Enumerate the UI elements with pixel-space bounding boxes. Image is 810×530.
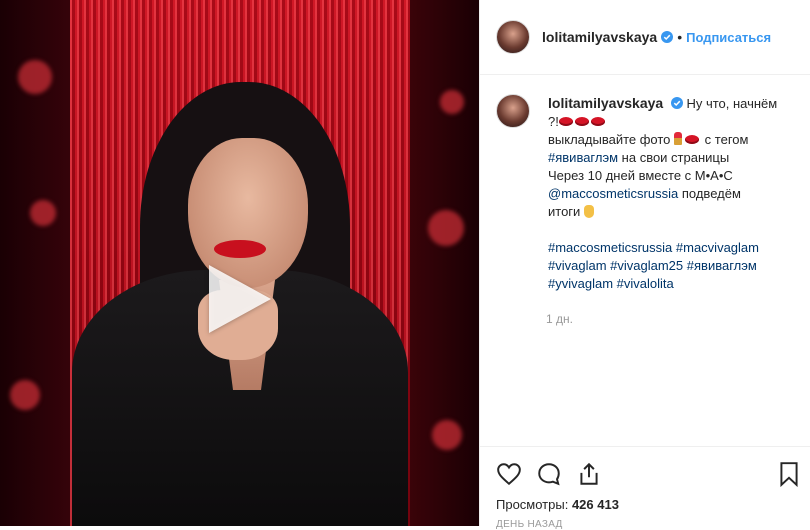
hashtag-link[interactable]: #vivalolita	[617, 276, 674, 291]
verified-badge-icon	[670, 97, 683, 109]
views-label: Просмотры:	[496, 497, 569, 512]
heart-icon[interactable]	[496, 461, 522, 487]
post-date: День назад	[496, 519, 563, 530]
hashtag-link[interactable]: #maccosmeticsrussia	[548, 240, 672, 255]
hashtag-link[interactable]: #явиваглэм	[687, 258, 757, 273]
verified-badge-icon	[661, 31, 674, 43]
comment-icon[interactable]	[536, 461, 562, 487]
share-icon[interactable]	[576, 461, 602, 487]
post-sidebar: lolitamilyavskaya • Подписаться lolitami…	[479, 0, 810, 530]
mention-link[interactable]: @maccosmeticsrussia	[548, 186, 678, 201]
post-header: lolitamilyavskaya • Подписаться	[480, 0, 810, 75]
lipstick-emoji-icon	[674, 132, 683, 145]
caption-line: на свои страницы	[621, 150, 730, 165]
lips-emoji-icon	[558, 117, 573, 126]
caption-line: с тегом	[704, 132, 749, 147]
bokeh-light	[18, 60, 52, 94]
caption-author-avatar[interactable]	[496, 94, 530, 128]
views-number: 426 413	[571, 497, 619, 512]
caption-line: Через 10 дней вместе с M•A•C	[548, 168, 733, 183]
bokeh-light	[440, 90, 464, 114]
caption-line: выкладывайте фото	[548, 132, 671, 147]
author-username[interactable]: lolitamilyavskaya	[542, 29, 657, 45]
post-video[interactable]	[0, 0, 479, 526]
action-bar: Просмотры: 426 413 День назад	[480, 446, 810, 530]
follow-button[interactable]: Подписаться	[686, 30, 771, 45]
views-count: Просмотры: 426 413	[496, 497, 619, 512]
caption-text: lolitamilyavskaya Ну что, начнём ?! выкл…	[548, 94, 796, 293]
caption-line: итоги	[548, 204, 581, 219]
hashtag-link[interactable]: #vivaglam	[548, 258, 607, 273]
hashtag-link[interactable]: #yvivaglam	[548, 276, 613, 291]
caption-author-username[interactable]: lolitamilyavskaya	[548, 95, 663, 111]
bokeh-light	[10, 380, 40, 410]
caption-line: подведём	[681, 186, 741, 201]
person-lips	[214, 240, 266, 258]
bookmark-icon[interactable]	[776, 461, 802, 487]
lips-emoji-icon	[685, 135, 700, 144]
caption-line: Ну что, начнём	[686, 96, 778, 111]
hashtag-list: #maccosmeticsrussia #macvivaglam #vivagl…	[548, 239, 796, 293]
caption-line: ?!	[548, 114, 559, 129]
author-avatar[interactable]	[496, 20, 530, 54]
bokeh-light	[30, 200, 56, 226]
lips-emoji-icon	[574, 117, 589, 126]
hashtag-link[interactable]: #macvivaglam	[676, 240, 759, 255]
play-icon[interactable]	[209, 265, 271, 333]
lips-emoji-icon	[590, 117, 605, 126]
hashtag-link[interactable]: #vivaglam25	[610, 258, 683, 273]
separator-dot: •	[677, 29, 683, 45]
hashtag-link[interactable]: #явиваглэм	[548, 150, 618, 165]
victory-hand-emoji-icon	[583, 205, 594, 218]
comment-timestamp[interactable]: 1 дн.	[546, 312, 573, 326]
bokeh-light	[432, 420, 462, 450]
bokeh-light	[428, 210, 464, 246]
caption-comment: lolitamilyavskaya Ну что, начнём ?! выкл…	[496, 94, 796, 293]
